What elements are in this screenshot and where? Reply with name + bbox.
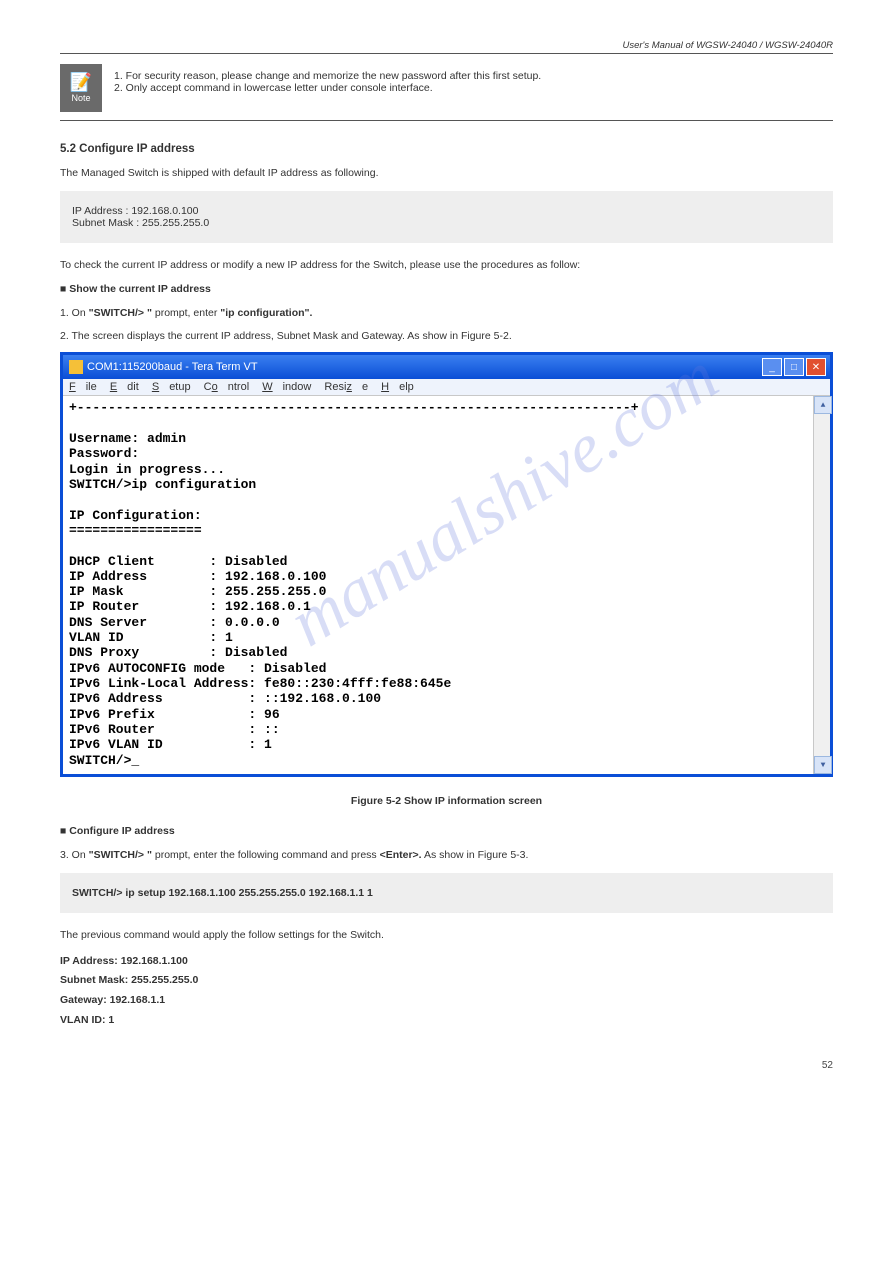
note-divider <box>60 120 833 121</box>
note-line-2: 2. Only accept command in lowercase lett… <box>114 82 541 94</box>
step3-d: <Enter>. <box>377 849 422 861</box>
terminal-content[interactable]: +---------------------------------------… <box>63 396 813 774</box>
sub-heading-configure: ■ Configure IP address <box>60 823 833 841</box>
step3-b: "SWITCH/> " <box>86 849 152 861</box>
footer: 52 <box>60 1060 833 1071</box>
terminal-scrollbar[interactable]: ▲ ▼ <box>813 396 830 774</box>
menu-control[interactable]: Control <box>204 381 249 393</box>
command-line: SWITCH/> ip setup 192.168.1.100 255.255.… <box>72 887 373 899</box>
terminal-menubar: FFileile Edit Setup Control Window Resiz… <box>63 379 830 396</box>
step3-e: As show in Figure 5-3. <box>422 849 529 861</box>
default-mask-line: Subnet Mask : 255.255.255.0 <box>72 217 821 229</box>
menu-window[interactable]: Window <box>262 381 311 393</box>
section-heading-ip: 5.2 Configure IP address <box>60 143 833 155</box>
page: manualshive.com User's Manual of WGSW-24… <box>60 40 833 1071</box>
setting-vlan: VLAN ID: 1 <box>60 1012 833 1030</box>
setting-mask: Subnet Mask: 255.255.255.0 <box>60 972 833 990</box>
step1-b: "SWITCH/> " <box>86 307 152 319</box>
step1-d: "ip configuration". <box>217 307 312 319</box>
setting-gateway: Gateway: 192.168.1.1 <box>60 992 833 1010</box>
figure-5-2-caption: Figure 5-2 Show IP information screen <box>60 795 833 807</box>
note-text: 1. For security reason, please change an… <box>114 64 541 94</box>
sub-heading-show: ■ Show the current IP address <box>60 281 833 299</box>
terminal-app-icon <box>69 360 83 374</box>
setting-ip: IP Address: 192.168.1.100 <box>60 953 833 971</box>
command-block: SWITCH/> ip setup 192.168.1.100 255.255.… <box>60 873 833 913</box>
step3-a: 3. On <box>60 849 86 861</box>
defaults-block: IP Address : 192.168.0.100 Subnet Mask :… <box>60 191 833 243</box>
close-button[interactable]: ✕ <box>806 358 826 376</box>
step-2: 2. The screen displays the current IP ad… <box>60 328 833 346</box>
menu-resize[interactable]: Resize <box>324 381 368 393</box>
window-controls: _ □ ✕ <box>762 358 826 376</box>
para-defaults-intro: The Managed Switch is shipped with defau… <box>60 165 833 183</box>
para-apply: The previous command would apply the fol… <box>60 927 833 945</box>
scroll-track[interactable] <box>814 414 830 756</box>
menu-file[interactable]: FFileile <box>69 381 97 393</box>
menu-edit[interactable]: Edit <box>110 381 139 393</box>
note-icon: 📝 <box>70 73 92 91</box>
maximize-button[interactable]: □ <box>784 358 804 376</box>
note-badge-label: Note <box>71 93 90 103</box>
scroll-up-button[interactable]: ▲ <box>814 396 832 414</box>
step-1: 1. On "SWITCH/> " prompt, enter "ip conf… <box>60 305 833 323</box>
step-3: 3. On "SWITCH/> " prompt, enter the foll… <box>60 847 833 865</box>
step1-a: 1. On <box>60 307 86 319</box>
header-divider <box>60 53 833 54</box>
step1-c: prompt, enter <box>152 307 217 319</box>
terminal-body: +---------------------------------------… <box>63 396 830 774</box>
menu-setup[interactable]: Setup <box>152 381 191 393</box>
step3-c: prompt, enter the following command and … <box>152 849 377 861</box>
note-line-1: 1. For security reason, please change an… <box>114 70 541 82</box>
note-badge: 📝 Note <box>60 64 102 112</box>
page-number: 52 <box>822 1060 833 1071</box>
terminal-window: COM1:115200baud - Tera Term VT _ □ ✕ FFi… <box>60 352 833 777</box>
scroll-down-button[interactable]: ▼ <box>814 756 832 774</box>
header-title: User's Manual of WGSW-24040 / WGSW-24040… <box>60 40 833 51</box>
menu-help[interactable]: Help <box>381 381 414 393</box>
terminal-title: COM1:115200baud - Tera Term VT <box>87 361 258 373</box>
note-box: 📝 Note 1. For security reason, please ch… <box>60 64 833 112</box>
terminal-titlebar: COM1:115200baud - Tera Term VT _ □ ✕ <box>63 355 830 379</box>
default-ip-line: IP Address : 192.168.0.100 <box>72 205 821 217</box>
minimize-button[interactable]: _ <box>762 358 782 376</box>
para-check-modify: To check the current IP address or modif… <box>60 257 833 275</box>
